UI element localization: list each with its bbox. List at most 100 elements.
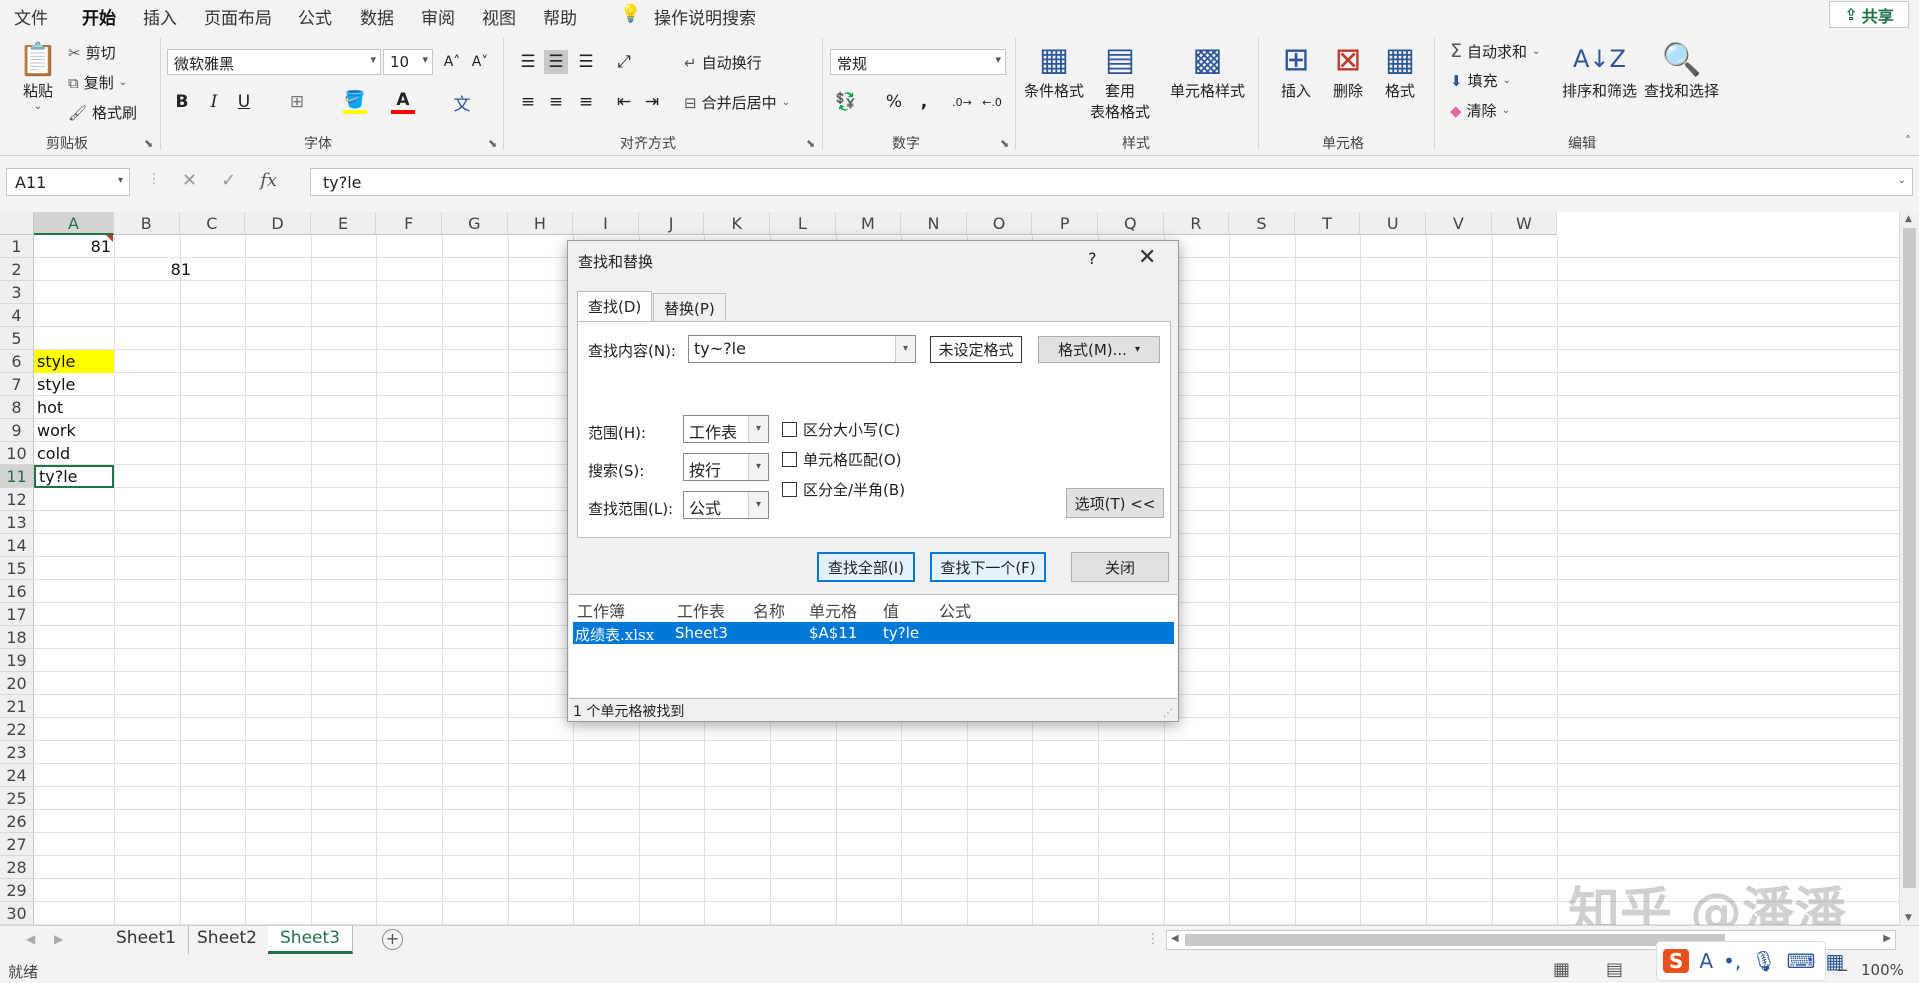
scroll-right-icon[interactable]: ▶: [1883, 933, 1891, 944]
shrink-font-button[interactable]: A ˅: [468, 50, 492, 74]
row-header[interactable]: 17: [0, 603, 34, 626]
grow-font-button[interactable]: A ˄: [440, 50, 464, 74]
italic-button[interactable]: I: [202, 90, 226, 114]
column-header[interactable]: B: [114, 212, 180, 235]
font-size-combo[interactable]: 10 ▾: [383, 49, 433, 75]
options-button[interactable]: 选项(T) <<: [1066, 488, 1164, 518]
conditional-formatting-button[interactable]: ▦ 条件格式: [1024, 38, 1084, 101]
align-center-icon[interactable]: ≡: [544, 90, 568, 114]
column-header[interactable]: H: [507, 212, 574, 235]
tell-me-search[interactable]: 操作说明搜索: [654, 4, 756, 29]
format-painter-button[interactable]: 🖌 格式刷: [68, 102, 137, 123]
result-header-formula[interactable]: 公式: [939, 598, 971, 622]
cell-a11-selected[interactable]: ty?le: [34, 465, 114, 488]
tab-replace[interactable]: 替换(P): [653, 293, 726, 321]
prev-sheet-icon[interactable]: ◀: [26, 932, 35, 946]
sheet-tab-2[interactable]: Sheet2: [185, 926, 270, 954]
row-header[interactable]: 26: [0, 810, 34, 833]
align-middle-icon[interactable]: ☰: [544, 50, 568, 74]
match-width-checkbox[interactable]: 区分全/半角(B): [782, 479, 905, 500]
font-color-icon[interactable]: A: [391, 90, 415, 114]
column-header[interactable]: R: [1163, 212, 1230, 235]
cell-a7[interactable]: style: [34, 373, 114, 396]
close-button[interactable]: 关闭: [1071, 552, 1169, 582]
page-layout-view-icon[interactable]: ▤: [1606, 959, 1623, 980]
cell-a10[interactable]: cold: [34, 442, 114, 465]
ime-toolbar[interactable]: S A •, 🎙 ⌨ ▦: [1656, 941, 1844, 981]
column-header[interactable]: G: [442, 212, 508, 235]
row-header[interactable]: 14: [0, 534, 34, 557]
column-header[interactable]: P: [1032, 212, 1098, 235]
search-select[interactable]: 按行 ▾: [683, 453, 769, 481]
dialog-launcher-icon[interactable]: ⬊: [144, 137, 153, 150]
within-select[interactable]: 工作表 ▾: [683, 415, 769, 443]
row-header[interactable]: 7: [0, 373, 34, 396]
borders-icon[interactable]: ⊞: [285, 90, 309, 114]
row-header[interactable]: 4: [0, 304, 34, 327]
cell-a8[interactable]: hot: [34, 396, 114, 419]
insert-cells-button[interactable]: ⊞ 插入: [1276, 38, 1316, 101]
row-header[interactable]: 2: [0, 258, 34, 281]
chevron-down-icon[interactable]: ▾: [895, 336, 915, 362]
close-icon[interactable]: ✕: [1138, 245, 1156, 270]
scroll-left-icon[interactable]: ◀: [1171, 933, 1179, 944]
tab-home[interactable]: 开始: [82, 4, 116, 34]
column-header[interactable]: T: [1294, 212, 1361, 235]
row-header[interactable]: 12: [0, 488, 34, 511]
vertical-scrollbar[interactable]: ▲ ▼: [1899, 212, 1919, 925]
paste-button[interactable]: 📋 粘贴 ⌄: [18, 38, 58, 112]
scroll-down-icon[interactable]: ▼: [1905, 913, 1912, 923]
column-header[interactable]: A: [34, 212, 114, 235]
result-header-cell[interactable]: 单元格: [809, 598, 857, 622]
row-header[interactable]: 21: [0, 695, 34, 718]
cell-a9[interactable]: work: [34, 419, 114, 442]
tab-find[interactable]: 查找(D): [577, 291, 653, 321]
format-button[interactable]: 格式(M)... ▾: [1038, 336, 1160, 363]
row-header[interactable]: 29: [0, 879, 34, 902]
underline-button[interactable]: U: [232, 90, 256, 114]
microphone-icon[interactable]: 🎙: [1751, 949, 1776, 973]
row-header[interactable]: 1: [0, 235, 34, 258]
tab-insert[interactable]: 插入: [143, 4, 177, 29]
row-header[interactable]: 30: [0, 902, 34, 925]
find-select-button[interactable]: 🔍 查找和选择: [1644, 38, 1719, 101]
percent-button[interactable]: %: [882, 90, 906, 114]
tab-view[interactable]: 视图: [482, 4, 516, 29]
column-header[interactable]: I: [573, 212, 639, 235]
row-header[interactable]: 6: [0, 350, 34, 373]
cancel-icon[interactable]: ✕: [182, 170, 197, 191]
tab-data[interactable]: 数据: [360, 4, 394, 29]
column-header[interactable]: W: [1491, 212, 1558, 235]
row-header[interactable]: 3: [0, 281, 34, 304]
row-header[interactable]: 16: [0, 580, 34, 603]
zoom-level[interactable]: 100%: [1861, 961, 1904, 979]
find-all-button[interactable]: 查找全部(I): [817, 552, 915, 582]
scroll-thumb[interactable]: [1903, 228, 1916, 888]
align-right-icon[interactable]: ≡: [574, 90, 598, 114]
tab-file[interactable]: 文件: [14, 4, 48, 29]
column-header[interactable]: M: [835, 212, 902, 235]
align-bottom-icon[interactable]: ☰: [574, 50, 598, 74]
row-header[interactable]: 19: [0, 649, 34, 672]
keyboard-icon[interactable]: ⌨: [1787, 949, 1816, 973]
wrap-text-button[interactable]: ↵ 自动换行: [684, 52, 762, 73]
ime-punct-icon[interactable]: •,: [1723, 949, 1741, 973]
ime-lang-icon[interactable]: A: [1699, 949, 1713, 973]
row-header[interactable]: 22: [0, 718, 34, 741]
orientation-icon[interactable]: ⤢: [612, 50, 636, 74]
tab-help[interactable]: 帮助: [543, 4, 577, 29]
row-header[interactable]: 20: [0, 672, 34, 695]
cell-a1[interactable]: 81: [34, 235, 114, 258]
phonetic-icon[interactable]: 文: [450, 90, 474, 115]
function-icon[interactable]: fx: [260, 170, 277, 191]
look-in-select[interactable]: 公式 ▾: [683, 491, 769, 519]
tab-review[interactable]: 审阅: [421, 4, 455, 29]
align-left-icon[interactable]: ≡: [516, 90, 540, 114]
autosum-button[interactable]: Σ 自动求和 ⌄: [1450, 40, 1540, 62]
fill-color-icon[interactable]: 🪣: [343, 90, 367, 114]
result-header-value[interactable]: 值: [883, 598, 899, 622]
merge-center-button[interactable]: ⊟ 合并后居中 ⌄: [684, 92, 790, 113]
sheet-tab-3[interactable]: Sheet3: [268, 926, 353, 954]
find-next-button[interactable]: 查找下一个(F): [930, 552, 1046, 582]
copy-button[interactable]: ⧉ 复制 ⌄: [68, 72, 127, 93]
